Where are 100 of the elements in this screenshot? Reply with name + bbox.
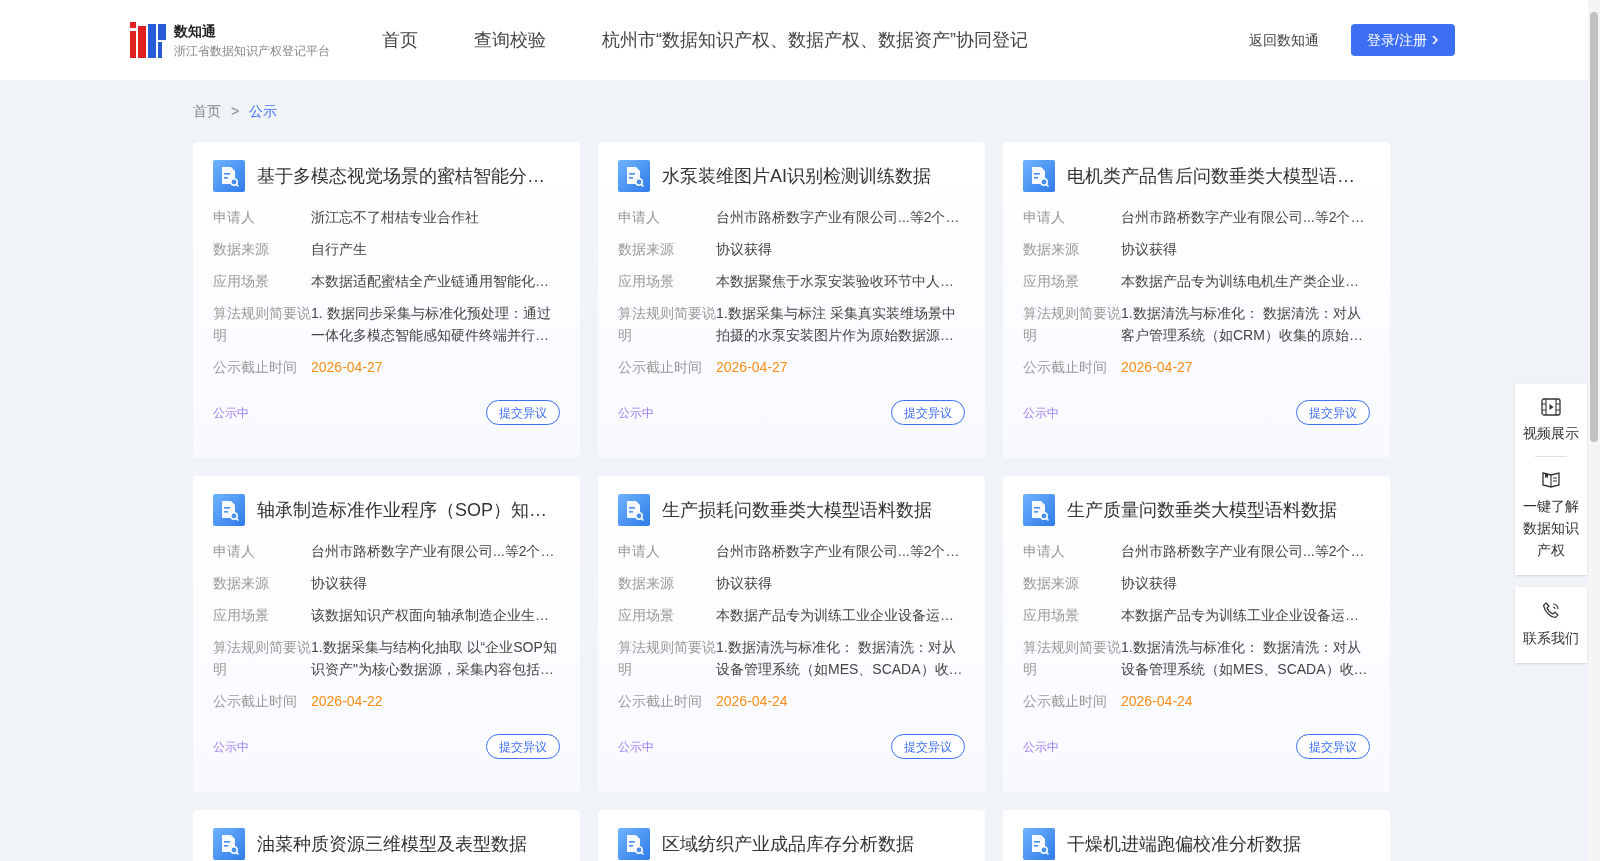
nav-link[interactable]: 首页 — [382, 26, 418, 54]
field-value: 台州市路桥数字产业有限公司...等2个… — [311, 542, 556, 561]
field-label: 公示截止时间 — [213, 358, 298, 377]
field-value: 2026-04-27 — [1121, 358, 1194, 377]
logo-icon — [130, 22, 166, 58]
side-tool-link[interactable]: 视频展示 — [1515, 392, 1587, 450]
field-label: 公示截止时间 — [618, 358, 703, 377]
card-title: 生产质量问数垂类大模型语料数据 — [1067, 498, 1337, 522]
field-label: 申请人 — [213, 542, 256, 561]
field-label: 数据来源 — [213, 240, 270, 259]
objection-button[interactable]: 提交异议 — [1296, 400, 1370, 425]
notice-card[interactable]: 水泵装维图片AI识别检测训练数据 申请人 台州市路桥数字产业有限公司...等2个… 数据来源 协议获得 应用场景 本数据聚焦于水泵安装验收环节中人… 算法规则简要说明 1.数据采集与标注 采集真实装维场景中拍摄的水泵安装图片作为原始数据源… 公示截止时间 2026-04-27 公示中 提交异议 — [598, 142, 985, 458]
objection-button[interactable]: 提交异议 — [486, 400, 560, 425]
document-search-icon — [1023, 494, 1055, 526]
field-value: 台州市路桥数字产业有限公司...等2个… — [1121, 542, 1366, 561]
field-label: 数据来源 — [618, 240, 675, 259]
field-label: 应用场景 — [1023, 272, 1080, 291]
brand-subtitle: 浙江省数据知识产权登记平台 — [174, 42, 330, 60]
field-label: 应用场景 — [213, 606, 270, 625]
document-search-icon — [618, 494, 650, 526]
field-value: 1.数据采集与结构化抽取 以“企业SOP知识资产"为核心数据源，采集内容包括… — [311, 638, 558, 679]
breadcrumb-link[interactable]: 公示 — [249, 100, 278, 122]
back-link[interactable]: 返回数知通 — [1249, 29, 1320, 51]
field-value: 2026-04-22 — [311, 692, 384, 711]
field-label: 数据来源 — [1023, 240, 1080, 259]
field-value: 自行产生 — [311, 240, 368, 259]
nav-link[interactable]: 查询校验 — [474, 26, 546, 54]
status-text: 公示中 — [213, 738, 249, 756]
card-title: 电机类产品售后问数垂类大模型语… — [1067, 164, 1355, 188]
field-value: 2026-04-27 — [311, 358, 384, 377]
nav-link[interactable]: 杭州市“数据知识产权、数据产权、数据资产”协同登记 — [602, 26, 1028, 54]
status-text: 公示中 — [618, 404, 654, 422]
field-value: 协议获得 — [716, 240, 773, 259]
status-text: 公示中 — [213, 404, 249, 422]
field-value: 浙江忘不了柑桔专业合作社 — [311, 208, 480, 227]
field-value: 台州市路桥数字产业有限公司...等2个… — [1121, 208, 1366, 227]
document-search-icon — [213, 828, 245, 860]
card-title: 区域纺织产业成品库存分析数据 — [662, 832, 914, 856]
notice-card[interactable]: 基于多模态视觉场景的蜜桔智能分… 申请人 浙江忘不了柑桔专业合作社 数据来源 自行产生 应用场景 本数据适配蜜桔全产业链通用智能化… 算法规则简要说明 1. 数据同步采集与标准化预处理：通过一体化多模态智能感知硬件终端并行… 公示截止时间 2026-04-27 公示中 提交异议 — [193, 142, 580, 458]
field-label: 公示截止时间 — [618, 692, 703, 711]
field-value: 协议获得 — [1121, 240, 1178, 259]
document-search-icon — [1023, 160, 1055, 192]
field-label: 申请人 — [1023, 208, 1066, 227]
field-label: 公示截止时间 — [213, 692, 298, 711]
field-label: 算法规则简要说明 — [1023, 304, 1121, 345]
field-value: 2026-04-24 — [716, 692, 789, 711]
card-title: 干燥机进端跑偏校准分析数据 — [1067, 832, 1301, 856]
notice-card[interactable]: 生产质量问数垂类大模型语料数据 申请人 台州市路桥数字产业有限公司...等2个… 数据来源 协议获得 应用场景 本数据产品专为训练工业企业设备运… 算法规则简要说明 1.数据清洗与标准化： 数据清洗：对从设备管理系统（如MES、SCADA）收… 公示截止时间 2026-04-24 公示中 提交异议 — [1003, 476, 1390, 792]
notice-card[interactable]: 区域纺织产业成品库存分析数据 — [598, 810, 985, 861]
field-label: 申请人 — [618, 542, 661, 561]
notice-card[interactable]: 轴承制造标准作业程序（SOP）知… 申请人 台州市路桥数字产业有限公司...等2个… 数据来源 协议获得 应用场景 该数据知识产权面向轴承制造企业生… 算法规则简要说明 1.数据采集与结构化抽取 以“企业SOP知识资产"为核心数据源，采集内容包括… 公示截止时间 2026-04-22 公示中 提交异议 — [193, 476, 580, 792]
login-button[interactable]: 登录/注册 — [1351, 24, 1455, 56]
field-label: 应用场景 — [618, 272, 675, 291]
card-title: 油菜种质资源三维模型及表型数据 — [257, 832, 527, 856]
objection-button[interactable]: 提交异议 — [486, 734, 560, 759]
card-title: 轴承制造标准作业程序（SOP）知… — [257, 498, 547, 522]
notice-card[interactable]: 生产损耗问数垂类大模型语料数据 申请人 台州市路桥数字产业有限公司...等2个… 数据来源 协议获得 应用场景 本数据产品专为训练工业企业设备运… 算法规则简要说明 1.数据清洗与标准化： 数据清洗：对从设备管理系统（如MES、SCADA）收… 公示截止时间 2026-04-24 公示中 提交异议 — [598, 476, 985, 792]
field-value: 1.数据采集与标注 采集真实装维场景中拍摄的水泵安装图片作为原始数据源… — [716, 304, 957, 345]
field-value: 1. 数据同步采集与标准化预处理：通过一体化多模态智能感知硬件终端并行… — [311, 304, 552, 345]
field-value: 台州市路桥数字产业有限公司...等2个… — [716, 542, 961, 561]
field-value: 台州市路桥数字产业有限公司...等2个… — [716, 208, 961, 227]
document-search-icon — [618, 828, 650, 860]
film-icon — [1541, 398, 1561, 416]
card-title: 生产损耗问数垂类大模型语料数据 — [662, 498, 932, 522]
book-icon — [1541, 469, 1561, 489]
document-search-icon — [618, 160, 650, 192]
document-search-icon — [213, 494, 245, 526]
field-label: 申请人 — [213, 208, 256, 227]
field-value: 2026-04-27 — [716, 358, 789, 377]
card-title: 基于多模态视觉场景的蜜桔智能分… — [257, 164, 545, 188]
status-text: 公示中 — [1023, 404, 1059, 422]
field-label: 公示截止时间 — [1023, 358, 1108, 377]
field-label: 申请人 — [1023, 542, 1066, 561]
scrollbar[interactable] — [1588, 0, 1600, 861]
brand-name: 数知通 — [174, 21, 217, 41]
objection-button[interactable]: 提交异议 — [1296, 734, 1370, 759]
notice-card[interactable]: 干燥机进端跑偏校准分析数据 — [1003, 810, 1390, 861]
status-text: 公示中 — [1023, 738, 1059, 756]
field-value: 协议获得 — [311, 574, 368, 593]
document-search-icon — [1023, 828, 1055, 860]
notice-card[interactable]: 油菜种质资源三维模型及表型数据 — [193, 810, 580, 861]
card-title: 水泵装维图片AI识别检测训练数据 — [662, 164, 931, 188]
field-value: 1.数据清洗与标准化： 数据清洗：对从设备管理系统（如MES、SCADA）收… — [1121, 638, 1368, 679]
document-search-icon — [213, 160, 245, 192]
field-value: 本数据聚焦于水泵安装验收环节中人… — [716, 272, 955, 291]
field-label: 数据来源 — [618, 574, 675, 593]
field-value: 1.数据清洗与标准化： 数据清洗：对从客户管理系统（如CRM）收集的原始… — [1121, 304, 1364, 345]
field-value: 本数据产品专为训练工业企业设备运… — [716, 606, 955, 625]
phone-icon — [1541, 601, 1561, 621]
field-label: 申请人 — [618, 208, 661, 227]
side-tool-link[interactable]: 一键了解数据知识产权 — [1515, 463, 1587, 567]
field-value: 本数据产品专为训练电机生产类企业… — [1121, 272, 1360, 291]
breadcrumb-separator: > — [231, 101, 240, 121]
objection-button[interactable]: 提交异议 — [891, 400, 965, 425]
field-value: 1.数据清洗与标准化： 数据清洗：对从设备管理系统（如MES、SCADA）收… — [716, 638, 963, 679]
field-label: 数据来源 — [1023, 574, 1080, 593]
field-value: 本数据适配蜜桔全产业链通用智能化… — [311, 272, 550, 291]
field-value: 该数据知识产权面向轴承制造企业生… — [311, 606, 550, 625]
objection-button[interactable]: 提交异议 — [891, 734, 965, 759]
notice-card[interactable]: 电机类产品售后问数垂类大模型语… 申请人 台州市路桥数字产业有限公司...等2个… 数据来源 协议获得 应用场景 本数据产品专为训练电机生产类企业… 算法规则简要说明 1.数据清洗与标准化： 数据清洗：对从客户管理系统（如CRM）收集的原始… 公示截止时间 2026-04-27 公示中 提交异议 — [1003, 142, 1390, 458]
